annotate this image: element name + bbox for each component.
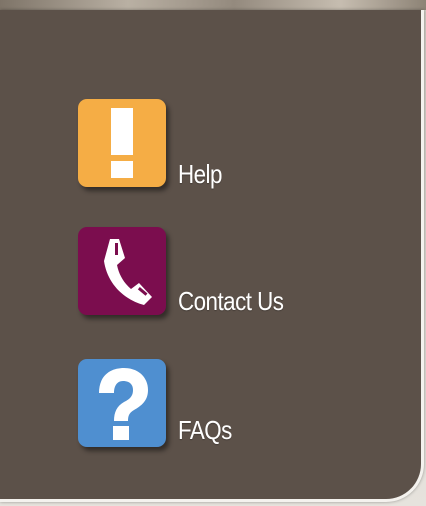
faqs-tile[interactable] <box>78 359 166 447</box>
top-header-strip <box>0 0 426 10</box>
question-mark-icon <box>99 368 148 440</box>
support-menu-panel: Help Contact Us FAQs <box>0 10 424 502</box>
exclamation-icon <box>111 108 133 178</box>
phone-icon <box>104 239 152 305</box>
contact-us-label[interactable]: Contact Us <box>178 286 284 317</box>
help-label[interactable]: Help <box>178 159 222 190</box>
faqs-label[interactable]: FAQs <box>178 415 232 446</box>
contact-us-tile[interactable] <box>78 227 166 315</box>
help-tile[interactable] <box>78 99 166 187</box>
page: Help Contact Us FAQs <box>0 0 426 506</box>
